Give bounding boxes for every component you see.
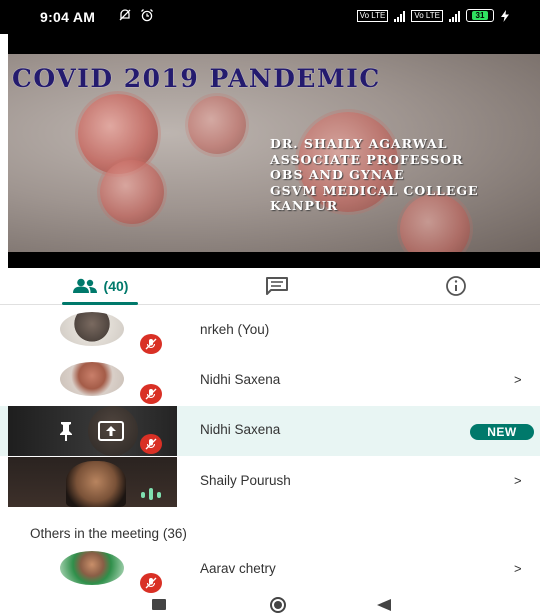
signal-icon-2 xyxy=(449,10,460,22)
people-count: (40) xyxy=(103,278,129,294)
tab-people[interactable]: (40) xyxy=(40,268,160,305)
presenter-details: DR. SHAILY AGARWAL ASSOCIATE PROFESSOR O… xyxy=(270,136,479,214)
chevron-right-icon[interactable]: > xyxy=(514,561,522,576)
navigation-bar xyxy=(0,594,540,614)
participant-row[interactable]: nrkeh (You) xyxy=(0,306,540,356)
participant-name: Shaily Pourush xyxy=(200,473,291,488)
new-badge: NEW xyxy=(470,424,534,440)
charging-icon xyxy=(501,9,509,22)
presenter-line: DR. SHAILY AGARWAL xyxy=(270,136,448,151)
presenter-line: GSVM MEDICAL COLLEGE xyxy=(270,182,479,198)
participant-video-face xyxy=(66,461,126,507)
status-left-icons xyxy=(118,8,154,22)
alarm-off-icon xyxy=(119,9,131,21)
signal-icon xyxy=(394,10,406,22)
mic-muted-icon xyxy=(140,573,162,593)
volte-chip-2: Vo LTE xyxy=(411,9,443,22)
tab-chat[interactable] xyxy=(255,268,299,304)
mic-muted-icon xyxy=(140,384,162,404)
recent-apps-button[interactable] xyxy=(152,599,166,610)
participant-name: Aarav chetry xyxy=(200,561,276,576)
chat-icon xyxy=(266,277,288,295)
meeting-tabs: (40) xyxy=(0,268,540,305)
presentation-video[interactable]: COVID 2019 PANDEMIC DR. SHAILY AGARWAL A… xyxy=(8,34,540,268)
pin-icon[interactable] xyxy=(56,420,76,442)
presenter-line: KANPUR xyxy=(270,198,339,213)
participant-name: Nidhi Saxena xyxy=(200,422,281,437)
participant-video-tile xyxy=(8,457,177,507)
mic-muted-icon xyxy=(140,434,162,454)
virus-image xyxy=(100,160,164,224)
volte-chip-1: Vo LTE xyxy=(356,9,389,22)
presentation-slide: COVID 2019 PANDEMIC DR. SHAILY AGARWAL A… xyxy=(8,54,540,252)
participant-name: Nidhi Saxena xyxy=(200,372,281,387)
presenter-line: OBS AND GYNAE xyxy=(270,167,405,182)
slide-title: COVID 2019 PANDEMIC xyxy=(12,64,381,93)
presenter-line: ASSOCIATE PROFESSOR xyxy=(270,151,464,167)
participant-row[interactable]: Nidhi Saxena > xyxy=(0,356,540,406)
participant-avatar xyxy=(60,312,124,346)
alarm-icon xyxy=(141,9,153,22)
participant-row[interactable]: Shaily Pourush > xyxy=(0,457,540,507)
info-icon xyxy=(446,276,466,296)
participant-row[interactable]: Aarav chetry > xyxy=(0,545,540,594)
speaking-icon xyxy=(141,488,161,500)
battery-icon: 31 xyxy=(466,9,494,22)
participant-name: nrkeh (You) xyxy=(200,322,270,337)
back-button[interactable] xyxy=(376,599,392,611)
virus-image xyxy=(188,96,246,154)
status-right-icons: Vo LTE Vo LTE 31 xyxy=(356,9,510,22)
participant-video-tile xyxy=(8,406,177,456)
active-tab-indicator xyxy=(62,302,138,305)
battery-level: 31 xyxy=(471,11,489,20)
participant-avatar xyxy=(60,362,124,396)
participant-row-highlighted[interactable]: Nidhi Saxena NEW xyxy=(0,406,540,456)
home-button[interactable] xyxy=(266,597,290,613)
status-bar: 9:04 AM Vo LTE Vo LTE 31 xyxy=(0,0,540,34)
others-section-header: Others in the meeting (36) xyxy=(30,526,187,541)
participant-avatar xyxy=(60,551,124,585)
people-icon xyxy=(72,278,97,293)
tab-info[interactable] xyxy=(436,268,476,304)
chevron-right-icon[interactable]: > xyxy=(514,473,522,488)
mic-muted-icon xyxy=(140,334,162,354)
status-time: 9:04 AM xyxy=(40,9,96,25)
present-screen-icon[interactable] xyxy=(98,421,124,441)
chevron-right-icon[interactable]: > xyxy=(514,372,522,387)
